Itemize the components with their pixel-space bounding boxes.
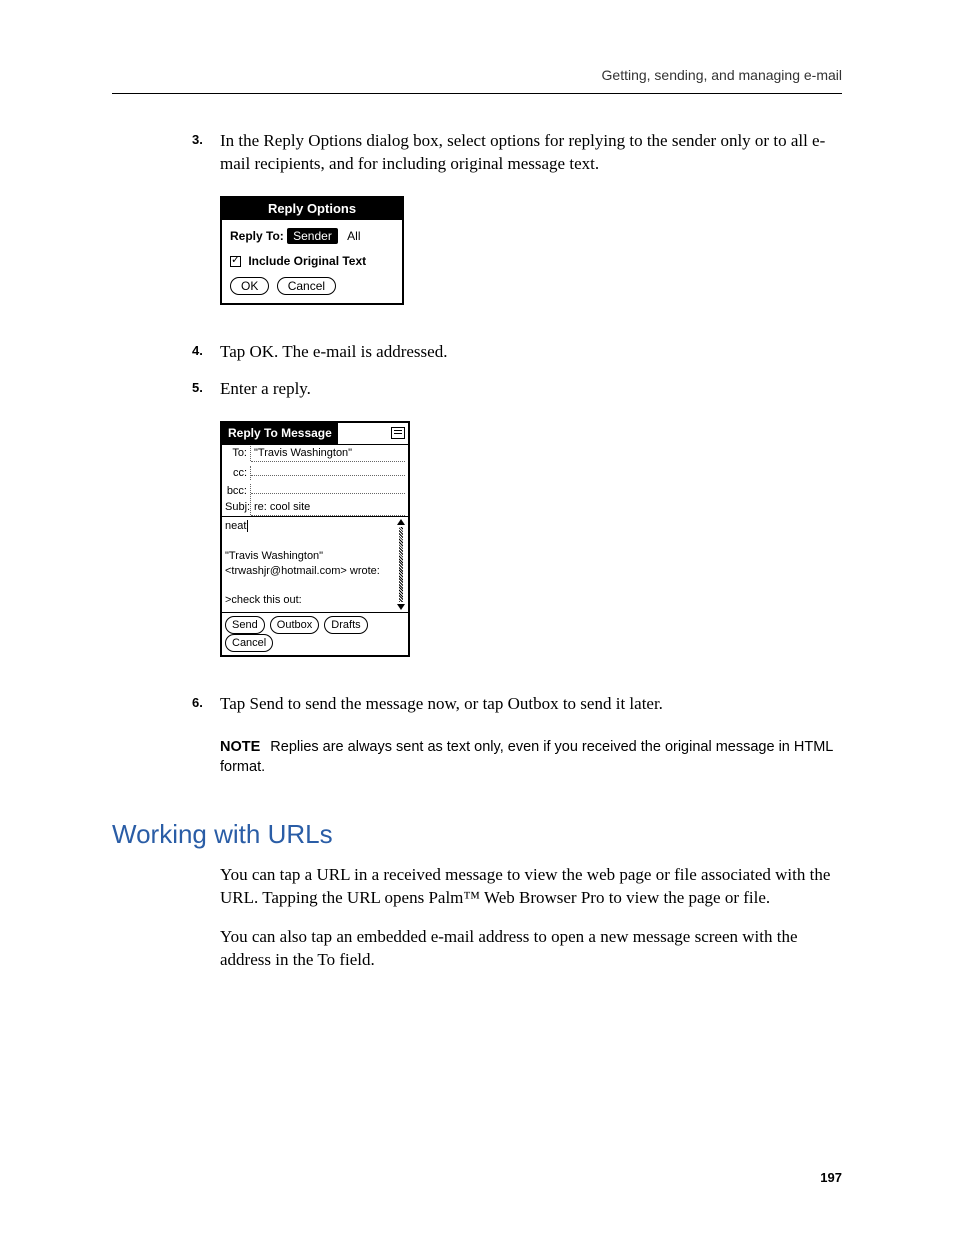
subj-label: Subj: (225, 500, 251, 515)
message-body[interactable]: neat "Travis Washington" <trwashjr@hotma… (222, 516, 408, 612)
dialog-title: Reply Options (222, 198, 402, 221)
body-text-line1: neat (225, 520, 248, 532)
bcc-label: bcc: (225, 484, 251, 499)
scrollbar[interactable] (397, 519, 405, 610)
segment-all[interactable]: All (341, 228, 366, 244)
include-original-checkbox[interactable] (230, 256, 241, 267)
scroll-down-icon[interactable] (397, 604, 405, 610)
body-text-line4: >check this out: (225, 594, 302, 606)
note-text: Replies are always sent as text only, ev… (220, 739, 833, 775)
body-text-line3: <trwashjr@hotmail.com> wrote: (225, 565, 380, 577)
step-3: 3. In the Reply Options dialog box, sele… (220, 130, 842, 305)
reply-to-label: Reply To: (230, 229, 284, 243)
section-heading-working-with-urls: Working with URLs (112, 817, 842, 852)
to-field[interactable]: "Travis Washington" (251, 446, 405, 462)
ok-button[interactable]: OK (230, 277, 269, 295)
step-text: Tap OK. The e-mail is addressed. (220, 342, 447, 361)
step-number: 5. (192, 379, 203, 397)
paragraph: You can tap a URL in a received message … (220, 864, 842, 910)
send-button[interactable]: Send (225, 616, 265, 634)
cc-field[interactable] (251, 463, 405, 476)
step-4: 4. Tap OK. The e-mail is addressed. (220, 341, 842, 364)
note-label: NOTE (220, 739, 260, 755)
step-number: 6. (192, 694, 203, 712)
note: NOTEReplies are always sent as text only… (220, 738, 842, 777)
menu-icon[interactable] (391, 427, 405, 439)
bcc-field[interactable] (251, 481, 405, 494)
cancel-button[interactable]: Cancel (225, 634, 273, 652)
step-5: 5. Enter a reply. Reply To Message To: "… (220, 378, 842, 658)
reply-options-dialog: Reply Options Reply To: Sender All Inclu… (220, 196, 404, 305)
to-label: To: (225, 446, 251, 461)
screen-title: Reply To Message (222, 423, 338, 444)
subj-field[interactable]: re: cool site (251, 500, 405, 516)
cancel-button[interactable]: Cancel (277, 277, 336, 295)
step-text: Enter a reply. (220, 379, 311, 398)
include-original-label: Include Original Text (248, 254, 366, 268)
step-text: In the Reply Options dialog box, select … (220, 131, 825, 173)
step-text: Tap Send to send the message now, or tap… (220, 694, 663, 713)
running-header: Getting, sending, and managing e-mail (112, 66, 842, 94)
body-text-line2: "Travis Washington" (225, 550, 323, 562)
paragraph: You can also tap an embedded e-mail addr… (220, 926, 842, 972)
drafts-button[interactable]: Drafts (324, 616, 367, 634)
step-6: 6. Tap Send to send the message now, or … (220, 693, 842, 716)
step-number: 3. (192, 131, 203, 149)
segment-sender[interactable]: Sender (287, 228, 338, 244)
outbox-button[interactable]: Outbox (270, 616, 319, 634)
scroll-track[interactable] (399, 527, 403, 602)
scroll-up-icon[interactable] (397, 519, 405, 525)
step-number: 4. (192, 342, 203, 360)
cc-label: cc: (225, 466, 251, 481)
reply-to-message-screen: Reply To Message To: "Travis Washington"… (220, 421, 410, 658)
page-number: 197 (820, 1169, 842, 1187)
